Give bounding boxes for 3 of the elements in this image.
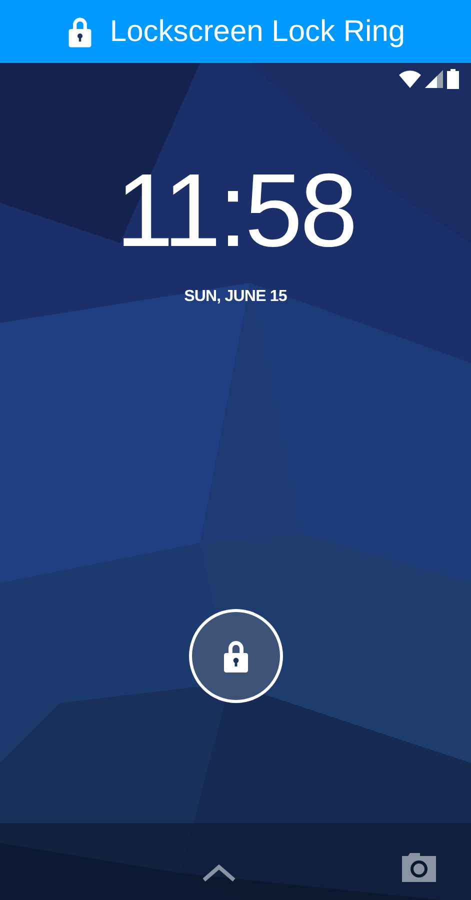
banner-title: Lockscreen Lock Ring xyxy=(110,16,406,46)
clock-time: 11:58 xyxy=(116,159,356,263)
date-text: SUN, JUNE 15 xyxy=(184,287,287,307)
